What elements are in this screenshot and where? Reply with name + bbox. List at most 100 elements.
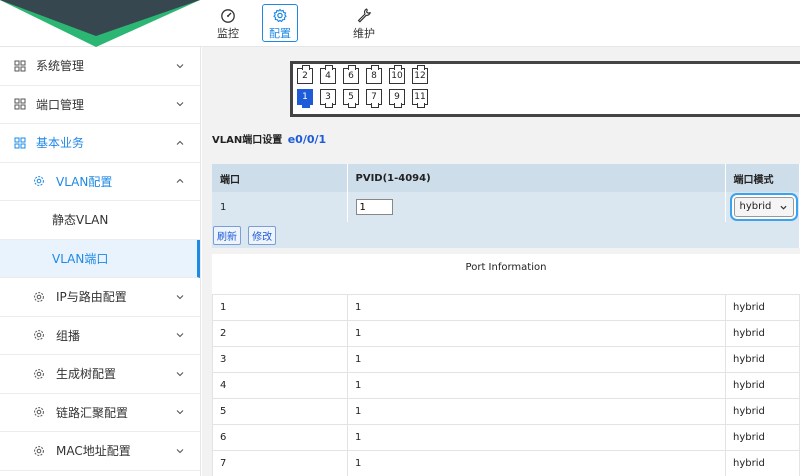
gear-icon (34, 368, 44, 379)
port-5[interactable]: 5 (343, 89, 359, 108)
chevron-up-icon (176, 178, 184, 184)
sidebar-item-link-aggregation[interactable]: 链路汇聚配置 (0, 394, 200, 432)
cell-mode: hybrid (725, 372, 800, 399)
mode-cell: hybrid (725, 192, 800, 222)
port-mode-value: hybrid (739, 201, 772, 212)
logo (0, 0, 200, 47)
button-cell: 刷新 修改 (212, 222, 800, 248)
sidebar-item-ip-routing[interactable]: IP与路由配置 (0, 278, 200, 317)
gear-icon (34, 330, 44, 341)
cell-port: 2 (212, 320, 348, 347)
port-1[interactable]: 1 (297, 89, 313, 108)
cell-port: 6 (212, 424, 348, 451)
table-row: 7 1 hybrid (212, 450, 800, 476)
sidebar-item-static-vlan[interactable]: 静态VLAN (0, 201, 200, 240)
gear-icon (273, 8, 287, 23)
nav-maintenance[interactable]: 维护 (346, 4, 382, 42)
nav-monitor[interactable]: 监控 (210, 4, 246, 42)
port-12[interactable]: 12 (412, 65, 428, 84)
port-mode-select[interactable]: hybrid (733, 197, 794, 217)
button-row: 刷新 修改 (212, 222, 800, 248)
top-nav: 监控 配置 维护 (210, 0, 398, 47)
gear-icon (34, 176, 44, 187)
config-port-value: 1 (212, 192, 348, 222)
section-title: VLAN端口设置 e0/0/1 (212, 131, 326, 146)
port-9[interactable]: 9 (389, 89, 405, 108)
column-header-pvid: PVID(1-4094) (347, 164, 726, 192)
main-content: 2 4 6 8 10 12 1 3 5 7 9 11 VLAN端口设置 e0/0… (202, 47, 800, 476)
column-header-mode: 端口模式 (725, 164, 800, 192)
modify-button[interactable]: 修改 (248, 226, 277, 245)
port-8[interactable]: 8 (366, 65, 382, 84)
sidebar-item-vlan-config[interactable]: VLAN配置 (0, 163, 200, 201)
cell-mode: hybrid (725, 346, 800, 373)
cell-port: 3 (212, 346, 348, 373)
sidebar-item-label: 系统管理 (36, 59, 85, 74)
sidebar-item-label: 基本业务 (36, 136, 85, 151)
refresh-button[interactable]: 刷新 (213, 226, 241, 245)
cell-port: 4 (212, 372, 348, 399)
sidebar-item-vlan-port[interactable]: VLAN端口 (0, 239, 200, 278)
grid-icon (14, 137, 26, 149)
nav-config-label: 配置 (269, 27, 291, 40)
port-2[interactable]: 2 (297, 65, 313, 84)
port-4[interactable]: 4 (320, 65, 336, 84)
port-7[interactable]: 7 (366, 89, 382, 108)
port-10[interactable]: 10 (389, 65, 405, 84)
table-row: 6 1 hybrid (212, 424, 800, 451)
cell-port: 5 (212, 398, 348, 425)
sidebar-item-spanning-tree[interactable]: 生成树配置 (0, 355, 200, 394)
table-row: 2 1 hybrid (212, 320, 800, 347)
sidebar-item-label: 生成树配置 (56, 367, 117, 382)
table-row: 3 1 hybrid (212, 346, 800, 373)
gear-icon (34, 291, 44, 302)
chevron-down-icon (779, 205, 787, 210)
sidebar-item-label: VLAN配置 (56, 174, 113, 189)
table-row: 4 1 hybrid (212, 372, 800, 399)
cell-mode: hybrid (725, 450, 800, 476)
cell-pvid: 1 (347, 346, 726, 373)
port-id: e0/0/1 (287, 133, 327, 146)
cell-mode: hybrid (725, 398, 800, 425)
gear-icon (34, 407, 44, 418)
pvid-cell (347, 192, 726, 222)
nav-maintenance-label: 维护 (353, 27, 375, 40)
cell-pvid: 1 (347, 450, 726, 476)
table-row: 1 hybrid (212, 192, 800, 222)
port-information-table: 1 1 hybrid 2 1 hybrid 3 1 hybrid 4 1 hyb… (212, 294, 800, 476)
section-title-text: VLAN端口设置 (212, 135, 283, 146)
chevron-down-icon (176, 448, 184, 454)
port-3[interactable]: 3 (320, 89, 336, 108)
cell-port: 1 (212, 294, 348, 321)
cell-pvid: 1 (347, 320, 726, 347)
sidebar-item-multicast[interactable]: 组播 (0, 317, 200, 355)
sidebar-item-label: 组播 (56, 328, 81, 343)
cell-pvid: 1 (347, 372, 726, 399)
sidebar-item-system[interactable]: 系统管理 (0, 47, 200, 86)
table-header-row: 端口 PVID(1-4094) 端口模式 (212, 164, 800, 192)
sidebar-item-label: IP与路由配置 (56, 290, 127, 305)
sidebar-item-label: 端口管理 (36, 97, 85, 112)
port-11[interactable]: 11 (412, 89, 428, 108)
chevron-down-icon (176, 371, 184, 377)
chevron-down-icon (176, 102, 184, 107)
grid-icon (14, 98, 26, 110)
sidebar-item-label: VLAN端口 (52, 251, 109, 266)
dashboard-icon (221, 9, 235, 23)
sidebar-item-basic-services[interactable]: 基本业务 (0, 124, 200, 163)
grid-icon (14, 60, 26, 72)
sidebar: 系统管理 端口管理 基本业务 VLAN配置 静态VLAN VLAN端口 IP与路… (0, 47, 201, 476)
cell-mode: hybrid (725, 320, 800, 347)
pvid-input[interactable] (355, 199, 393, 215)
port-6[interactable]: 6 (343, 65, 359, 84)
vlan-port-config-table: 端口 PVID(1-4094) 端口模式 1 hybrid 刷新 修改 (212, 164, 800, 248)
chevron-down-icon (176, 410, 184, 415)
sidebar-item-ports[interactable]: 端口管理 (0, 86, 200, 124)
chevron-down-icon (176, 63, 184, 69)
nav-config[interactable]: 配置 (262, 4, 298, 42)
cell-mode: hybrid (725, 424, 800, 451)
gear-icon (34, 445, 44, 456)
port-information-title: Port Information (212, 254, 800, 294)
sidebar-item-mac-address[interactable]: MAC地址配置 (0, 432, 200, 471)
table-row: 1 1 hybrid (212, 294, 800, 321)
